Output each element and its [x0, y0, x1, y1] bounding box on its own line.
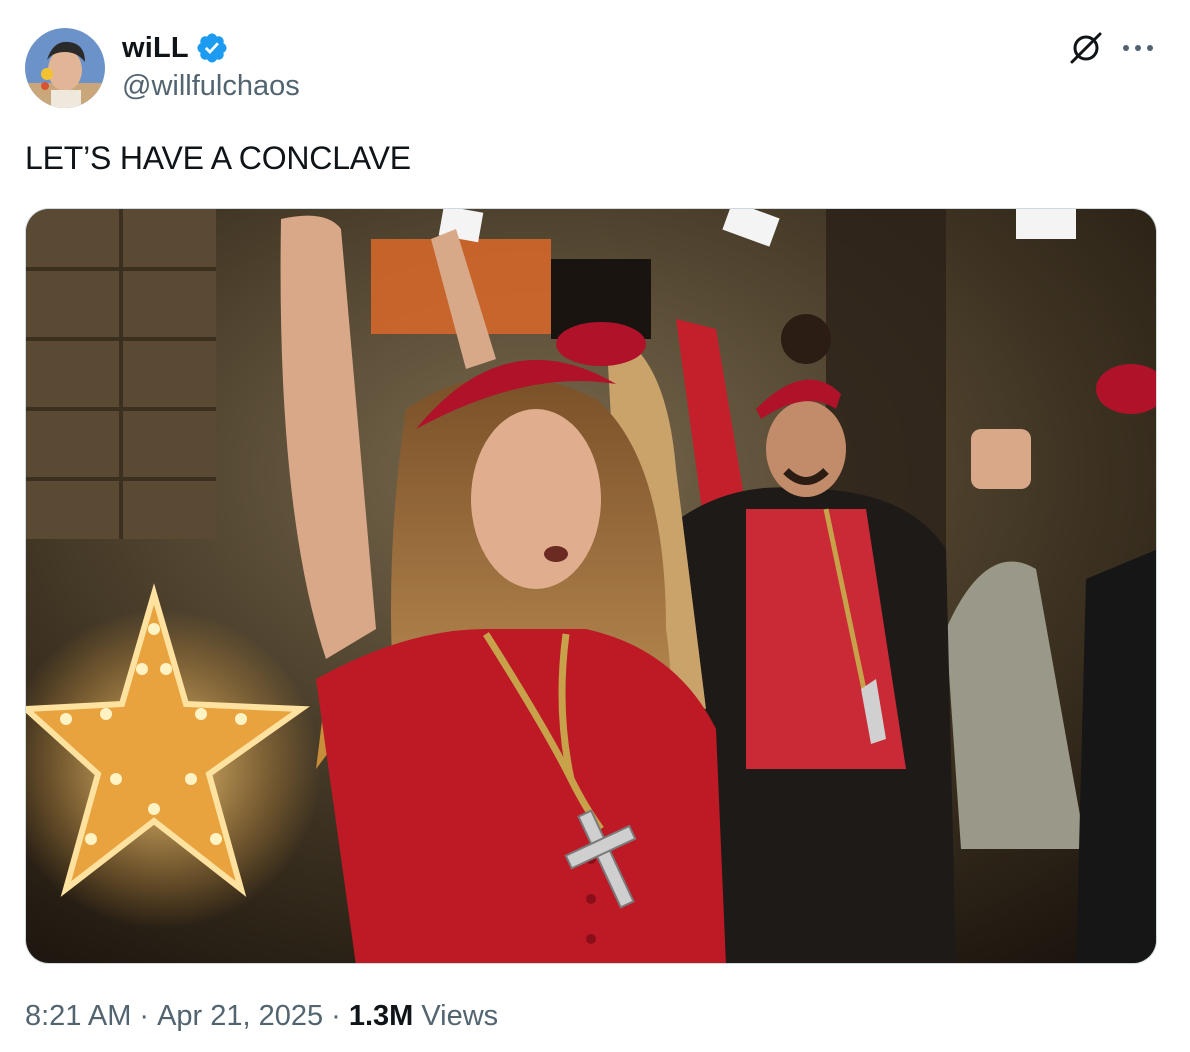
views-count: 1.3M	[348, 1000, 414, 1032]
separator: ·	[139, 1000, 150, 1032]
author-handle[interactable]: @willfulchaos	[122, 70, 300, 103]
avatar-image	[25, 28, 105, 108]
tweet-meta: 8:21 AM · Apr 21, 2025 · 1.3M Views	[25, 1000, 498, 1033]
grok-icon	[1070, 32, 1102, 64]
tweet-photo	[26, 209, 1156, 963]
more-button[interactable]	[1118, 28, 1158, 68]
display-name[interactable]: wiLL	[122, 32, 189, 65]
views-label: Views	[421, 1000, 499, 1032]
grok-button[interactable]	[1066, 28, 1106, 68]
tweet-time[interactable]: 8:21 AM	[25, 1000, 131, 1033]
avatar[interactable]	[25, 28, 105, 108]
more-icon	[1123, 45, 1153, 51]
tweet-text: LET’S HAVE A CONCLAVE	[25, 140, 411, 176]
separator: ·	[331, 1000, 341, 1032]
author-name-row[interactable]: wiLL	[122, 30, 229, 66]
tweet-media[interactable]	[25, 208, 1157, 964]
verified-badge-icon[interactable]	[195, 31, 229, 65]
tweet-date[interactable]: Apr 21, 2025	[157, 1000, 323, 1033]
